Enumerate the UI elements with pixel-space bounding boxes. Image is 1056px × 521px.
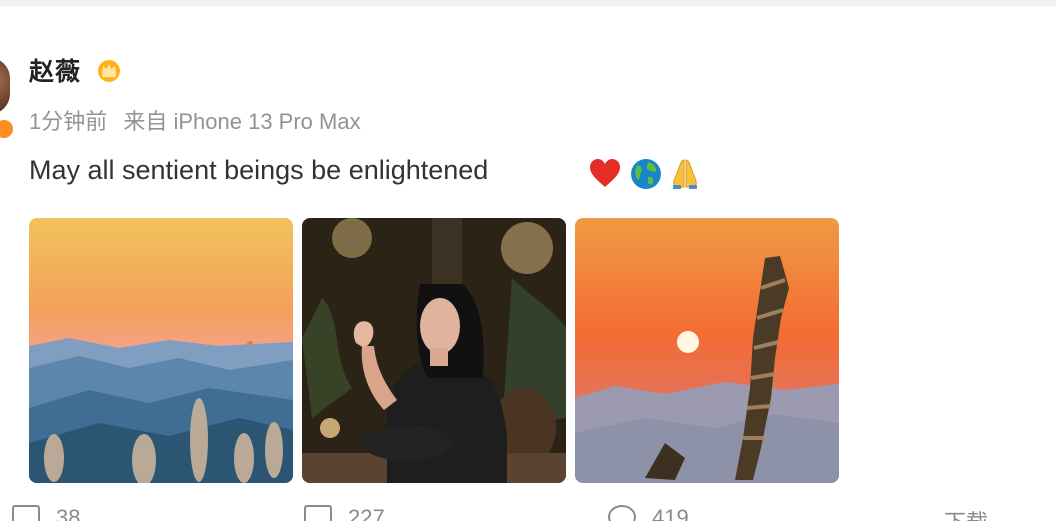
download-label: 下载 <box>944 505 988 521</box>
top-divider <box>0 0 1056 6</box>
download-button[interactable]: 下载 <box>944 505 988 521</box>
crown-icon <box>98 60 120 82</box>
post-source[interactable]: 来自 iPhone 13 Pro Max <box>123 109 360 134</box>
like-count: 419 <box>652 505 689 521</box>
sunset-mountains-photo[interactable] <box>29 218 293 483</box>
share-count: 38 <box>56 505 81 521</box>
post-time: 1分钟前 <box>29 109 108 134</box>
thumbs-up-icon <box>608 505 636 521</box>
earth-globe-icon <box>631 159 661 189</box>
sunset-palm-photo[interactable] <box>575 218 839 483</box>
folded-hands-icon <box>673 159 697 189</box>
post-meta: 1分钟前 来自 iPhone 13 Pro Max <box>29 104 371 136</box>
verified-badge-icon <box>0 118 15 140</box>
action-bar: 38 227 419 下载 <box>0 503 1056 521</box>
share-icon <box>12 505 40 521</box>
share-button[interactable]: 38 <box>12 505 80 521</box>
post-text: May all sentient beings be enlightened <box>29 155 489 185</box>
comment-count: 227 <box>348 505 385 521</box>
weibo-post-page: 赵薇 1分钟前 来自 iPhone 13 Pro Max May all sen… <box>0 0 1056 521</box>
username[interactable]: 赵薇 <box>29 52 81 88</box>
woman-smiling-photo[interactable] <box>302 218 566 483</box>
avatar[interactable] <box>0 58 10 114</box>
comment-icon <box>304 505 332 521</box>
like-button[interactable]: 419 <box>608 505 689 521</box>
red-heart-icon <box>590 159 620 187</box>
comment-button[interactable]: 227 <box>304 505 385 521</box>
